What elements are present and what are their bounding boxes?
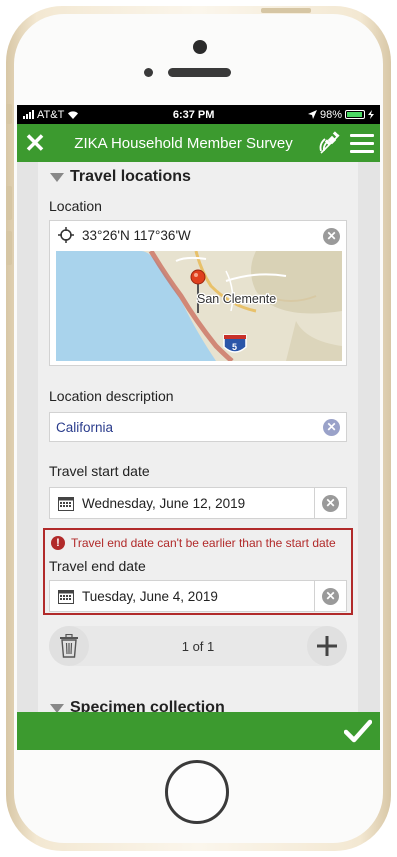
location-description-clear-icon[interactable]: ✕: [323, 418, 340, 436]
calendar-icon: [58, 496, 74, 511]
travel-end-value: Tuesday, June 4, 2019: [82, 588, 218, 604]
battery-percent: 98%: [319, 108, 342, 121]
mute-switch: [6, 104, 12, 124]
location-field[interactable]: 33°26'N 117°36'W ✕ San Clemente 5: [49, 220, 347, 366]
crosshair-icon: [58, 227, 74, 243]
volume-up-button: [6, 186, 12, 220]
charging-icon: [368, 110, 374, 119]
error-icon: !: [51, 536, 65, 550]
travel-group-title: Travel locations: [70, 168, 191, 185]
travel-locations-group: Travel locations Location 33°26'N 117°36…: [38, 162, 358, 687]
earpiece-speaker: [168, 68, 231, 77]
signal-icon: [23, 110, 34, 119]
travel-start-clear[interactable]: ✕: [315, 487, 347, 519]
location-map[interactable]: San Clemente 5: [56, 251, 342, 361]
app-screen: AT&T 6:37 PM 98% ✕ ZIKA Household Member…: [17, 105, 380, 750]
add-record-button[interactable]: [307, 626, 347, 666]
wifi-icon: [68, 111, 79, 119]
travel-end-error-message: Travel end date can't be earlier than th…: [71, 536, 336, 550]
location-arrow-icon: [307, 110, 317, 119]
travel-end-clear[interactable]: ✕: [315, 580, 347, 612]
travel-end-label: Travel end date: [49, 558, 146, 574]
power-button: [261, 8, 311, 13]
menu-icon[interactable]: [344, 133, 380, 153]
clock: 6:37 PM: [172, 108, 215, 121]
home-button[interactable]: [165, 760, 229, 824]
record-count: 1 of 1: [181, 638, 215, 654]
trash-icon: [60, 634, 78, 658]
travel-end-row: Tuesday, June 4, 2019 ✕: [49, 580, 347, 612]
calendar-icon: [58, 589, 74, 604]
location-description-label: Location description: [49, 388, 174, 404]
status-bar: AT&T 6:37 PM 98%: [17, 105, 380, 124]
front-camera: [193, 40, 207, 54]
travel-group-header[interactable]: Travel locations: [38, 162, 358, 186]
travel-start-label: Travel start date: [49, 463, 150, 479]
proximity-sensor: [144, 68, 153, 77]
delete-record-button[interactable]: [49, 626, 89, 666]
location-label: Location: [49, 198, 102, 214]
travel-end-field[interactable]: Tuesday, June 4, 2019: [49, 580, 315, 612]
app-title: ZIKA Household Member Survey: [74, 134, 293, 152]
bottom-bar: [17, 712, 380, 750]
repeat-pager: 1 of 1: [49, 626, 347, 666]
battery-icon: [345, 110, 365, 119]
travel-start-value: Wednesday, June 12, 2019: [82, 495, 246, 511]
app-bar: ✕ ZIKA Household Member Survey: [17, 124, 380, 162]
specimen-group-title: Specimen collection: [70, 699, 225, 712]
collapse-triangle-icon: [50, 703, 64, 712]
travel-start-field[interactable]: Wednesday, June 12, 2019: [49, 487, 315, 519]
volume-down-button: [6, 231, 12, 265]
carrier-label: AT&T: [37, 108, 65, 121]
form-content: Travel locations Location 33°26'N 117°36…: [17, 162, 380, 712]
clear-icon: ✕: [322, 587, 339, 605]
collapse-triangle-icon: [50, 172, 64, 182]
interstate-shield-icon: 5: [223, 334, 247, 353]
location-clear-icon[interactable]: ✕: [323, 228, 340, 245]
map-place-label: San Clemente: [197, 292, 276, 306]
specimen-collection-group: Specimen collection: [38, 685, 358, 712]
plus-icon: [317, 636, 337, 656]
location-description-field[interactable]: California ✕: [49, 412, 347, 442]
location-description-value: California: [56, 419, 114, 435]
interstate-number: 5: [232, 342, 237, 352]
travel-end-error-box: ! Travel end date can't be earlier than …: [43, 528, 353, 615]
close-icon[interactable]: ✕: [17, 124, 53, 162]
location-coordinates: 33°26'N 117°36'W: [82, 227, 191, 243]
specimen-group-header[interactable]: Specimen collection: [38, 685, 358, 712]
submit-checkmark-icon[interactable]: [344, 719, 372, 743]
gps-satellite-icon[interactable]: [314, 131, 344, 155]
clear-icon: ✕: [322, 494, 339, 512]
travel-start-row: Wednesday, June 12, 2019 ✕: [49, 487, 347, 519]
